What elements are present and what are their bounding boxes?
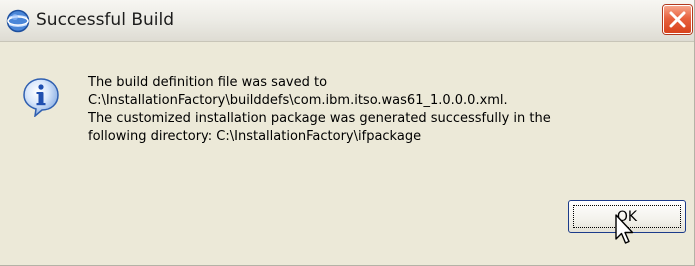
message-line: following directory: C:\InstallationFact… <box>88 129 422 144</box>
close-button[interactable] <box>663 5 692 34</box>
websphere-globe-icon <box>6 9 30 33</box>
successful-build-dialog: Successful Build The build definition fi… <box>0 0 695 266</box>
close-x-icon <box>669 11 686 28</box>
message-line: The build definition file was saved to <box>88 75 328 90</box>
message-text: The build definition file was saved to C… <box>88 74 678 146</box>
dialog-title: Successful Build <box>36 10 174 30</box>
ok-button[interactable]: OK <box>568 200 686 233</box>
message-line: The customized installation package was … <box>88 111 551 126</box>
message-line: C:\InstallationFactory\builddefs\com.ibm… <box>88 93 508 108</box>
dialog-titlebar[interactable]: Successful Build <box>0 0 694 42</box>
ok-button-label: OK <box>616 209 638 225</box>
information-icon <box>21 77 61 118</box>
